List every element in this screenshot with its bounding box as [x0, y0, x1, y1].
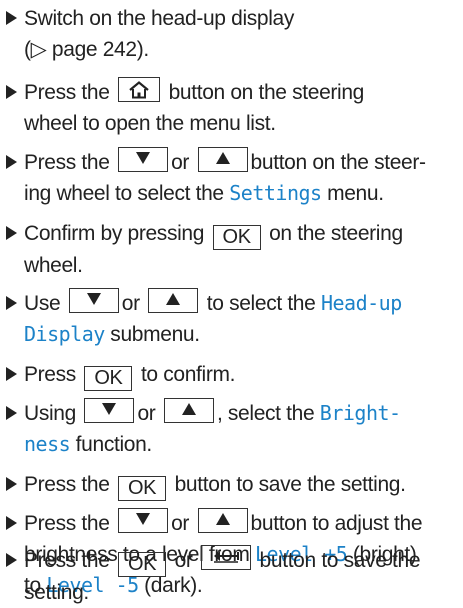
- step-text: Switch on the head-up display: [24, 7, 295, 30]
- arrow-up-icon: [215, 513, 230, 525]
- step-7: Using or , select the Bright- ness funct…: [6, 398, 458, 460]
- step-text: setting.: [24, 581, 89, 604]
- page-reference: (▷ page 242).: [24, 38, 149, 61]
- step-3: Press the or button on the steer- ing wh…: [6, 147, 458, 209]
- step-text: button to save the setting.: [174, 473, 406, 496]
- step-10: Press the OK or button to save the setti…: [6, 545, 458, 608]
- down-button-key: [118, 147, 169, 172]
- home-button-key: [118, 77, 161, 102]
- step-text: Press the: [24, 81, 110, 104]
- function-name-highlight: ness: [24, 432, 71, 456]
- function-name-highlight: Bright-: [319, 401, 401, 425]
- bullet-arrow-icon: [6, 11, 17, 25]
- step-text: , select the: [216, 402, 315, 425]
- step-text: button on the steering: [168, 81, 365, 104]
- bullet-arrow-icon: [6, 516, 17, 530]
- ok-button-key: OK: [118, 476, 167, 501]
- down-button-key: [118, 508, 169, 533]
- step-8: Press the OK button to save the setting.: [6, 469, 458, 501]
- step-text: button to adjust the: [250, 512, 423, 535]
- step-text: Press the: [24, 473, 110, 496]
- step-text: wheel to open the menu list.: [24, 112, 276, 135]
- arrow-down-icon: [136, 152, 151, 164]
- up-button-key: [197, 147, 248, 172]
- step-text: button on the steer-: [250, 151, 426, 174]
- step-text: or: [171, 151, 190, 174]
- step-2: Press the button on the steering wheel t…: [6, 77, 458, 139]
- up-button-key: [197, 508, 248, 533]
- bullet-arrow-icon: [6, 296, 17, 310]
- step-text: submenu.: [110, 323, 200, 346]
- arrow-down-icon: [136, 513, 151, 525]
- bullet-arrow-icon: [6, 226, 17, 240]
- step-text: menu.: [327, 182, 384, 205]
- down-button-key: [84, 398, 135, 423]
- step-text: Using: [24, 402, 76, 425]
- menu-name-highlight: Head-up: [320, 291, 402, 315]
- arrow-up-icon: [166, 293, 181, 305]
- bullet-arrow-icon: [6, 367, 17, 381]
- up-button-key: [163, 398, 214, 423]
- up-button-key: [148, 288, 199, 313]
- step-text: Confirm by pressing: [24, 222, 205, 245]
- step-text: to confirm.: [140, 363, 236, 386]
- step-text: Press the: [24, 512, 110, 535]
- bullet-arrow-icon: [6, 85, 17, 99]
- step-text: wheel.: [24, 254, 83, 277]
- step-4: Confirm by pressing OK on the steering w…: [6, 218, 458, 281]
- step-text: Press the: [24, 151, 110, 174]
- ok-button-key: OK: [118, 552, 167, 577]
- home-icon: [129, 81, 149, 99]
- back-icon: [214, 551, 240, 563]
- step-text: to select the: [206, 292, 316, 315]
- back-button-key: [201, 545, 252, 570]
- step-text: button to save the: [259, 549, 421, 572]
- ok-button-key: OK: [212, 225, 261, 250]
- step-text: Press the: [24, 549, 110, 572]
- step-text: or: [121, 292, 140, 315]
- bullet-arrow-icon: [6, 155, 17, 169]
- step-text: or: [137, 402, 156, 425]
- step-text: Press: [24, 363, 76, 386]
- menu-name-highlight: Settings: [229, 181, 322, 205]
- step-text: Use: [24, 292, 61, 315]
- menu-name-highlight: Display: [24, 322, 105, 346]
- step-text: on the steering: [269, 222, 403, 245]
- step-text: function.: [75, 433, 153, 456]
- step-text: or: [174, 549, 193, 572]
- ok-button-key: OK: [84, 366, 133, 391]
- step-text: or: [171, 512, 190, 535]
- step-text: ing wheel to select the: [24, 182, 224, 205]
- bullet-arrow-icon: [6, 406, 17, 420]
- arrow-up-icon: [181, 403, 196, 415]
- bullet-arrow-icon: [6, 553, 17, 567]
- arrow-down-icon: [102, 403, 117, 415]
- arrow-down-icon: [86, 293, 101, 305]
- down-button-key: [68, 288, 119, 313]
- step-6: Press OK to confirm.: [6, 359, 458, 391]
- arrow-up-icon: [215, 152, 230, 164]
- step-1: Switch on the head-up display (▷ page 24…: [6, 3, 458, 65]
- bullet-arrow-icon: [6, 477, 17, 491]
- step-5: Use or to select the Head-up Display sub…: [6, 288, 458, 350]
